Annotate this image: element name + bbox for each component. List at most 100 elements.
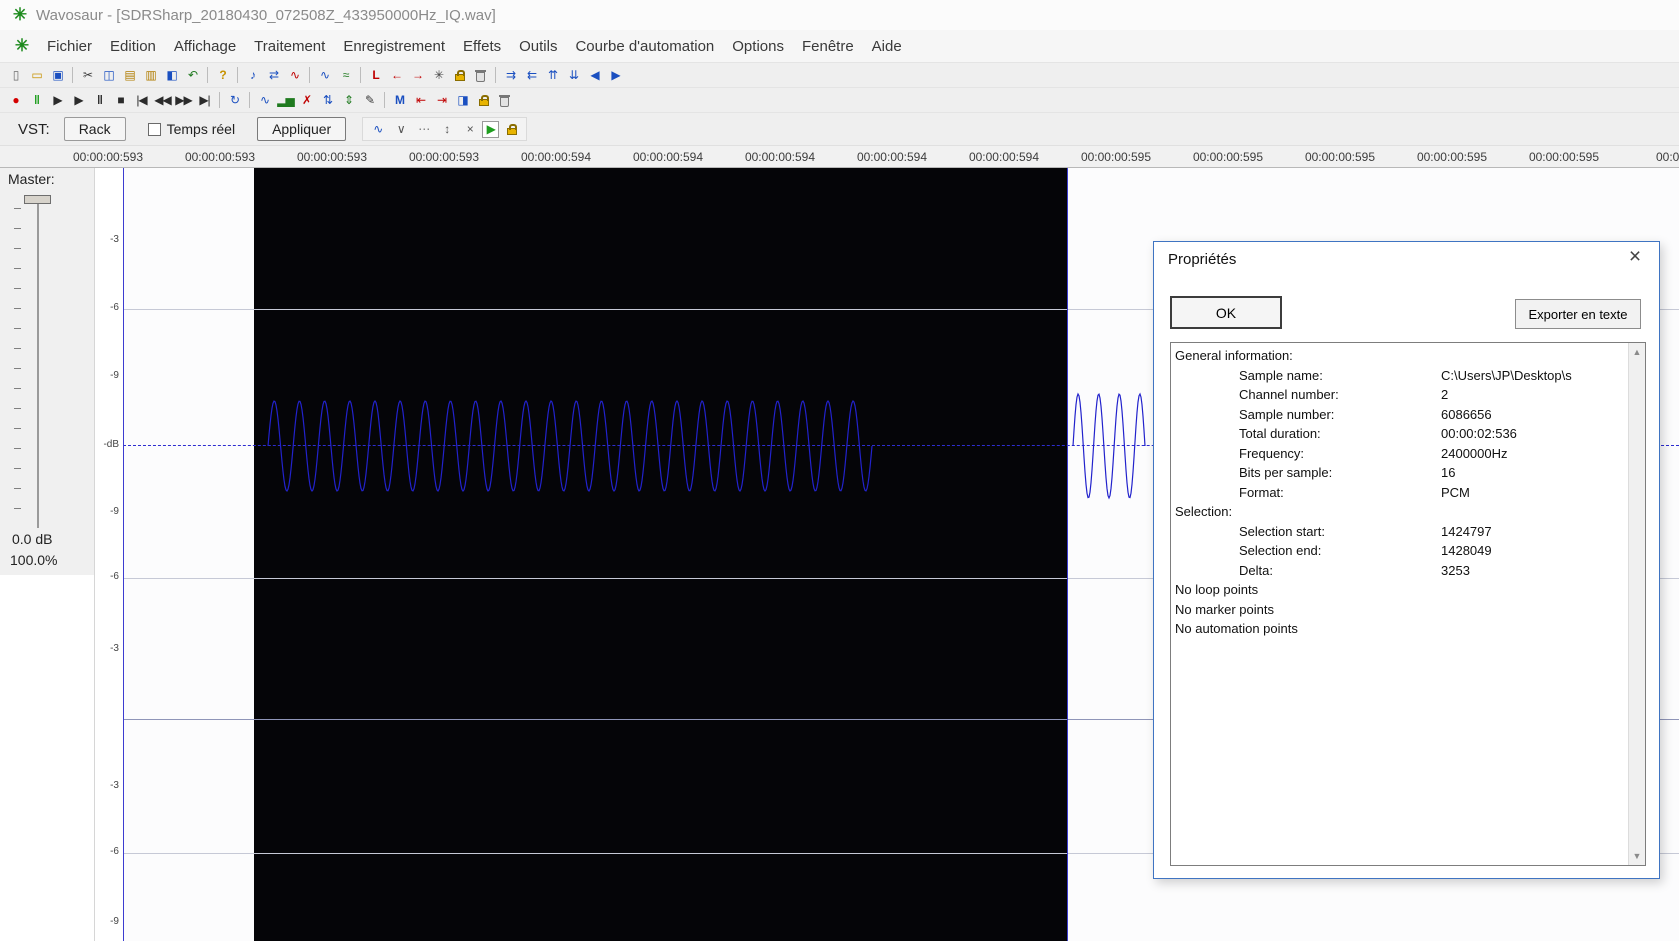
ruler-timestamp: 00:00:00:595 bbox=[1304, 150, 1376, 164]
master-volume-slider-track[interactable] bbox=[37, 202, 39, 528]
chainsaw-icon[interactable]: ∿ bbox=[284, 65, 305, 86]
toolbar-separator bbox=[384, 92, 385, 108]
resize-icon[interactable]: ↕ bbox=[436, 119, 457, 140]
undo-icon[interactable]: ↶ bbox=[182, 65, 203, 86]
master-label: Master: bbox=[8, 171, 55, 187]
property-value: 00:00:02:536 bbox=[1441, 426, 1517, 441]
help-icon[interactable]: ? bbox=[212, 65, 233, 86]
stop-icon[interactable]: ■ bbox=[110, 90, 131, 111]
audio-properties-icon[interactable]: ♪ bbox=[242, 65, 263, 86]
listbox-scrollbar[interactable]: ▲ ▼ bbox=[1628, 343, 1645, 865]
statistics-icon[interactable]: ▂▅ bbox=[275, 90, 296, 111]
wave-zoom-out-icon[interactable]: ≈ bbox=[335, 65, 356, 86]
cut-icon[interactable]: ✂ bbox=[77, 65, 98, 86]
ruler-timestamp: 00:00:00:594 bbox=[744, 150, 816, 164]
scroll-left-icon[interactable]: ◀ bbox=[584, 65, 605, 86]
ok-button[interactable]: OK bbox=[1170, 296, 1282, 329]
delete-selection-icon[interactable]: ✗ bbox=[296, 90, 317, 111]
zoom-vertical-in-icon[interactable]: ⇈ bbox=[542, 65, 563, 86]
marker-icon[interactable]: M bbox=[389, 90, 410, 111]
menu-item-courbe-d-automation[interactable]: Courbe d'automation bbox=[566, 33, 723, 60]
go-start-icon[interactable]: |◀ bbox=[131, 90, 152, 111]
zoom-vertical-out-icon[interactable]: ⇊ bbox=[563, 65, 584, 86]
export-text-button[interactable]: Exporter en texte bbox=[1515, 299, 1641, 329]
ruler-timestamp: 00:00:00:594 bbox=[856, 150, 928, 164]
loop-playback-icon[interactable]: ↻ bbox=[224, 90, 245, 111]
menu-item-effets[interactable]: Effets bbox=[454, 33, 510, 60]
vst-lock-icon[interactable] bbox=[501, 119, 522, 140]
menu-item-affichage[interactable]: Affichage bbox=[165, 33, 245, 60]
play-selection-icon[interactable]: ◨ bbox=[452, 90, 473, 111]
swap-channels-icon[interactable]: ⇅ bbox=[317, 90, 338, 111]
menu-item-traitement[interactable]: Traitement bbox=[245, 33, 334, 60]
menu-item-options[interactable]: Options bbox=[723, 33, 793, 60]
play-icon[interactable]: ▶ bbox=[68, 90, 89, 111]
properties-row: General information: bbox=[1171, 346, 1628, 366]
open-folder-icon[interactable]: ▭ bbox=[26, 65, 47, 86]
lock-icon[interactable] bbox=[449, 65, 470, 86]
menu-item-outils[interactable]: Outils bbox=[510, 33, 566, 60]
preset-dropdown-icon[interactable]: ∨ bbox=[390, 119, 411, 140]
menu-item-fichier[interactable]: Fichier bbox=[38, 33, 101, 60]
more-options-icon[interactable]: ⋯ bbox=[413, 119, 434, 140]
wave-zoom-in-icon[interactable]: ∿ bbox=[314, 65, 335, 86]
master-volume-slider-thumb[interactable] bbox=[24, 195, 51, 204]
menu-item-edition[interactable]: Edition bbox=[101, 33, 165, 60]
close-icon[interactable]: × bbox=[1623, 245, 1647, 269]
marker-left-icon[interactable]: ← bbox=[386, 65, 407, 86]
ruler-timestamp: 00:00:00:593 bbox=[184, 150, 256, 164]
timeline-ruler[interactable]: 00:00:00:593 00:00:00:593 00:00:00:593 00:0… bbox=[0, 145, 1679, 168]
marker-next-icon[interactable]: ⇥ bbox=[431, 90, 452, 111]
scroll-down-icon[interactable]: ▼ bbox=[1629, 848, 1645, 864]
paste-mix-icon[interactable]: ▥ bbox=[140, 65, 161, 86]
trash-icon[interactable] bbox=[470, 65, 491, 86]
lock-icon[interactable] bbox=[473, 90, 494, 111]
copy-icon[interactable]: ◫ bbox=[98, 65, 119, 86]
slider-tick bbox=[14, 308, 21, 309]
marker-right-icon[interactable]: → bbox=[407, 65, 428, 86]
property-label: Bits per sample: bbox=[1239, 465, 1333, 480]
slider-tick bbox=[14, 288, 21, 289]
new-file-icon[interactable]: ▯ bbox=[5, 65, 26, 86]
draw-wave-icon[interactable]: ✎ bbox=[359, 90, 380, 111]
menu-item-fen-tre[interactable]: Fenêtre bbox=[793, 33, 863, 60]
scroll-up-icon[interactable]: ▲ bbox=[1629, 344, 1645, 360]
process-play-icon[interactable]: ▶ bbox=[482, 120, 500, 138]
ruler-timestamp: 00:00:00:595 bbox=[1192, 150, 1264, 164]
trash-icon[interactable] bbox=[494, 90, 515, 111]
vst-curve-icon[interactable]: ∿ bbox=[367, 119, 388, 140]
convert-icon[interactable]: ⇄ bbox=[263, 65, 284, 86]
slider-tick bbox=[14, 328, 21, 329]
save-icon[interactable]: ▣ bbox=[47, 65, 68, 86]
trim-icon[interactable]: ◧ bbox=[161, 65, 182, 86]
menu-item-aide[interactable]: Aide bbox=[863, 33, 911, 60]
zoom-out-icon[interactable]: ⇇ bbox=[521, 65, 542, 86]
normalize-icon[interactable]: ⇕ bbox=[338, 90, 359, 111]
rack-button[interactable]: Rack bbox=[63, 117, 126, 141]
pause-live-icon[interactable]: ‖ bbox=[26, 90, 47, 111]
forward-icon[interactable]: ▶▶ bbox=[173, 90, 194, 111]
db-scale-label: -6 bbox=[110, 302, 119, 313]
property-value: 1428049 bbox=[1441, 543, 1492, 558]
remove-vst-icon[interactable]: × bbox=[459, 119, 480, 140]
loop-marker-icon[interactable]: L bbox=[365, 65, 386, 86]
slider-tick bbox=[14, 228, 21, 229]
insert-silence-icon[interactable]: ∿ bbox=[254, 90, 275, 111]
toolbar-separator bbox=[249, 92, 250, 108]
menu-item-enregistrement[interactable]: Enregistrement bbox=[334, 33, 454, 60]
paste-icon[interactable]: ▤ bbox=[119, 65, 140, 86]
zoom-in-icon[interactable]: ⇉ bbox=[500, 65, 521, 86]
marker-prev-icon[interactable]: ⇤ bbox=[410, 90, 431, 111]
snap-icon[interactable]: ✳ bbox=[428, 65, 449, 86]
properties-row: Selection start: 1424797 bbox=[1171, 522, 1628, 542]
property-value: 3253 bbox=[1441, 562, 1470, 578]
apply-button[interactable]: Appliquer bbox=[257, 117, 347, 141]
pause-icon[interactable]: ‖ bbox=[89, 90, 110, 111]
realtime-checkbox[interactable] bbox=[147, 122, 161, 136]
property-label: Format: bbox=[1239, 484, 1284, 500]
rewind-icon[interactable]: ◀◀ bbox=[152, 90, 173, 111]
go-end-icon[interactable]: ▶| bbox=[194, 90, 215, 111]
record-icon[interactable]: ● bbox=[5, 90, 26, 111]
play-cursor-icon[interactable]: ▶ bbox=[47, 90, 68, 111]
scroll-right-icon[interactable]: ▶ bbox=[605, 65, 626, 86]
